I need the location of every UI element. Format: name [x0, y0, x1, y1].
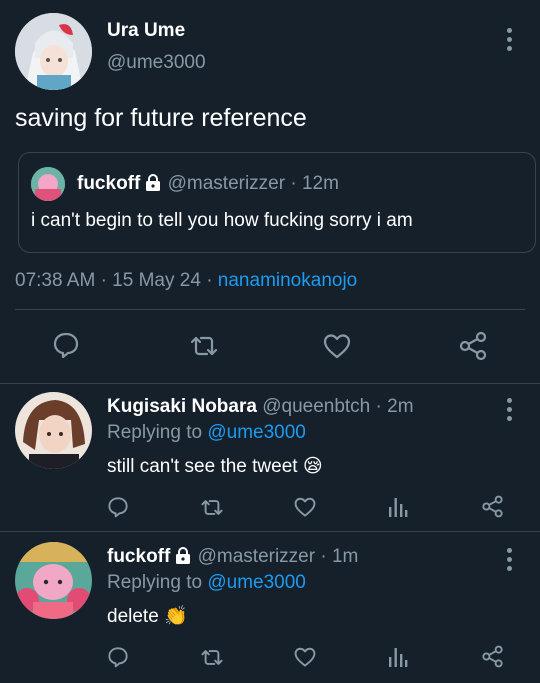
avatar-ura-ume[interactable]: [15, 13, 92, 90]
analytics-icon[interactable]: [387, 495, 409, 519]
separator: ·: [100, 270, 107, 291]
sleepy-face-emoji: 😪: [302, 456, 323, 477]
quoted-time: 12m: [301, 173, 339, 194]
reply-icon[interactable]: [52, 331, 80, 359]
quoted-header: fuckoff @masterizzer · 12m: [77, 173, 339, 198]
separator: ·: [206, 270, 213, 291]
divider: [0, 383, 540, 384]
quoted-author-name: fuckoff: [77, 173, 141, 194]
reply-header: fuckoff @masterizzer · 1m: [107, 546, 358, 571]
like-icon[interactable]: [322, 332, 352, 360]
reply-text: delete: [107, 606, 159, 627]
retweet-icon[interactable]: [200, 647, 224, 668]
reply-header: Kugisaki Nobara @queenbtch · 2m: [107, 396, 414, 418]
reply-author-handle[interactable]: @queenbtch: [262, 396, 370, 417]
reply-author-name[interactable]: fuckoff: [107, 546, 170, 567]
replying-to-handle[interactable]: @ume3000: [207, 422, 306, 443]
tweet-meta: 07:38 AM · 15 May 24 · nanaminokanojo: [15, 270, 357, 292]
replying-to-handle[interactable]: @ume3000: [207, 572, 306, 593]
replying-to-prefix: Replying to: [107, 422, 203, 443]
share-icon[interactable]: [481, 645, 504, 668]
tweet-source[interactable]: nanaminokanojo: [218, 270, 357, 291]
quoted-author-handle: @masterizzer: [167, 173, 286, 194]
reply-time: 1m: [331, 546, 359, 567]
more-icon[interactable]: [502, 398, 516, 421]
retweet-icon[interactable]: [200, 497, 224, 518]
tweet-date: 15 May 24: [112, 270, 201, 291]
reply-icon[interactable]: [107, 496, 129, 518]
reply-time: 2m: [387, 396, 414, 417]
avatar-kugisaki[interactable]: [15, 392, 92, 469]
replying-to: Replying to @ume3000: [107, 422, 306, 444]
retweet-icon[interactable]: [189, 333, 219, 359]
divider: [0, 531, 540, 532]
share-icon[interactable]: [481, 495, 504, 518]
tweet-time: 07:38 AM: [15, 270, 96, 291]
divider: [15, 309, 525, 310]
author-handle[interactable]: @ume3000: [107, 52, 206, 74]
more-icon[interactable]: [502, 28, 516, 51]
like-icon[interactable]: [293, 646, 317, 668]
separator: ·: [290, 173, 297, 194]
reply-author-handle[interactable]: @masterizzer: [198, 546, 315, 567]
avatar-fuckoff[interactable]: [15, 542, 92, 619]
quoted-avatar: [31, 167, 65, 201]
replying-to-prefix: Replying to: [107, 572, 203, 593]
lock-icon: [144, 174, 162, 198]
clapping-hands-emoji: 👏: [164, 606, 188, 627]
reply-text: still can't see the tweet: [107, 456, 298, 477]
reply-body: delete 👏: [107, 604, 188, 628]
separator: ·: [375, 396, 382, 417]
reply-icon[interactable]: [107, 646, 129, 668]
more-icon[interactable]: [502, 548, 516, 571]
quoted-tweet[interactable]: fuckoff @masterizzer · 12m i can't begin…: [18, 152, 536, 253]
separator: ·: [320, 546, 327, 567]
tweet-text: saving for future reference: [15, 104, 307, 132]
author-name[interactable]: Ura Ume: [107, 20, 185, 42]
lock-icon: [174, 547, 192, 571]
analytics-icon[interactable]: [387, 645, 409, 669]
quoted-text: i can't begin to tell you how fucking so…: [31, 210, 413, 231]
reply-body: still can't see the tweet 😪: [107, 455, 323, 478]
like-icon[interactable]: [293, 496, 317, 518]
reply-author-name[interactable]: Kugisaki Nobara: [107, 396, 257, 417]
share-icon[interactable]: [458, 331, 488, 361]
replying-to: Replying to @ume3000: [107, 572, 306, 594]
